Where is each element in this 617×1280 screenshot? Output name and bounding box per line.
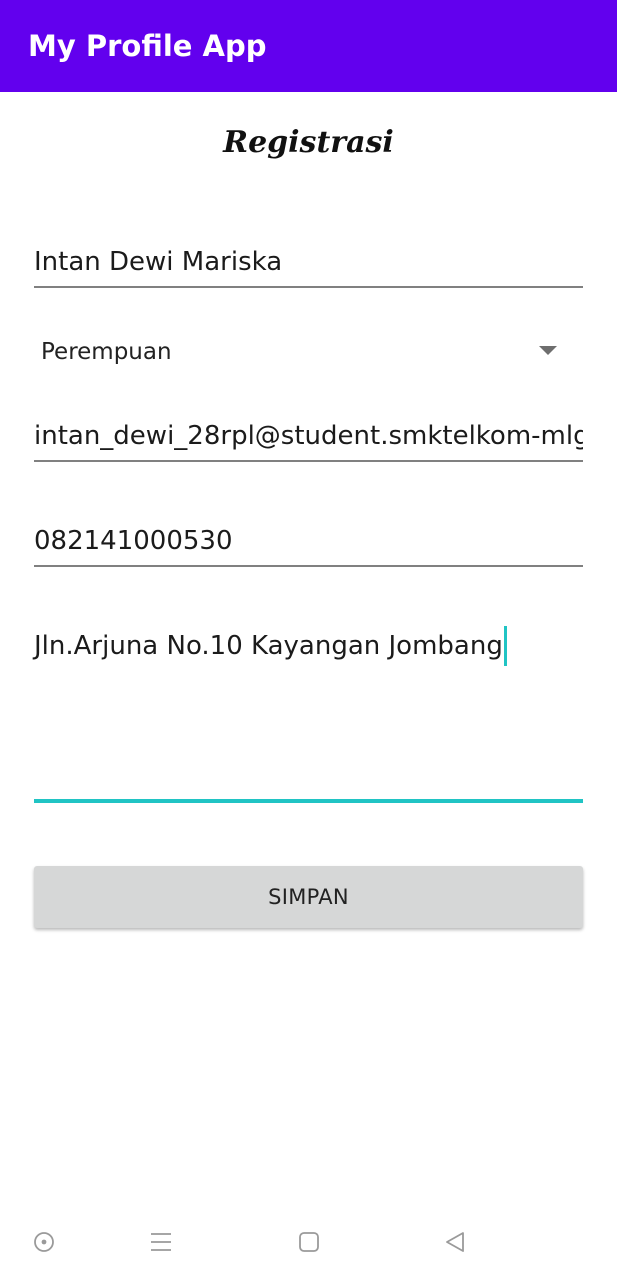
system-navigation-bar [0, 1205, 617, 1280]
assistant-icon[interactable] [32, 1230, 56, 1254]
app-bar: My Profile App [0, 0, 617, 92]
save-button[interactable]: SIMPAN [34, 866, 583, 928]
name-value: Intan Dewi Mariska [34, 247, 283, 277]
phone-value: 082141000530 [34, 526, 233, 556]
address-line: Jln.Arjuna No.10 Kayangan Jombang [34, 626, 507, 666]
gender-selected-value: Perempuan [41, 339, 172, 365]
menu-icon[interactable] [149, 1230, 173, 1254]
phone-field-underline [34, 565, 583, 567]
text-cursor [503, 626, 507, 666]
dropdown-arrow-icon [539, 346, 557, 355]
phone-field[interactable]: 082141000530 [34, 517, 583, 567]
gender-dropdown[interactable]: Perempuan [34, 326, 583, 378]
back-icon[interactable] [443, 1230, 467, 1254]
app-title: My Profile App [28, 29, 267, 63]
form-title: Registrasi [223, 125, 394, 160]
name-field[interactable]: Intan Dewi Mariska [34, 238, 583, 288]
name-field-underline [34, 286, 583, 288]
address-field[interactable]: Jln.Arjuna No.10 Kayangan Jombang [34, 622, 583, 798]
address-field-underline [34, 799, 583, 803]
email-field[interactable]: intan_dewi_28rpl@student.smktelkom-mlg.s… [34, 412, 583, 462]
email-value: intan_dewi_28rpl@student.smktelkom-mlg.s… [34, 421, 583, 451]
home-icon[interactable] [297, 1230, 321, 1254]
email-field-underline [34, 460, 583, 462]
address-value: Jln.Arjuna No.10 Kayangan Jombang [34, 631, 503, 661]
